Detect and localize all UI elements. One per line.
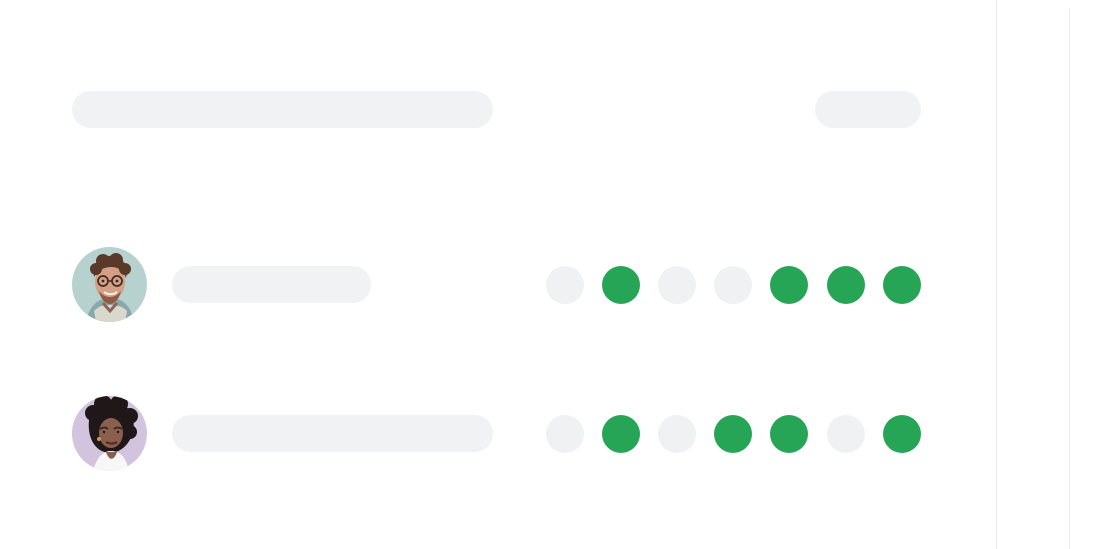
team-member-row [72, 247, 921, 322]
team-member-row [72, 396, 921, 471]
active-activity-dot [714, 415, 752, 453]
activity-panel-page [0, 0, 1098, 549]
header-title-placeholder [72, 91, 493, 128]
right-panel-divider [996, 0, 997, 549]
loading-activity-panel [0, 0, 996, 549]
avatar[interactable] [72, 396, 147, 471]
inactive-activity-dot [827, 415, 865, 453]
active-activity-dot [602, 415, 640, 453]
active-activity-dot [602, 266, 640, 304]
activity-dot-sequence [546, 415, 921, 453]
inactive-activity-dot [546, 415, 584, 453]
scrollbar-track-line[interactable] [1069, 8, 1070, 549]
active-activity-dot [770, 415, 808, 453]
inactive-activity-dot [714, 266, 752, 304]
active-activity-dot [770, 266, 808, 304]
member-name-placeholder [172, 266, 371, 303]
active-activity-dot [827, 266, 865, 304]
activity-dot-sequence [546, 266, 921, 304]
woman-with-curly-hair-avatar-image [72, 396, 147, 471]
active-activity-dot [883, 415, 921, 453]
inactive-activity-dot [546, 266, 584, 304]
member-name-placeholder [172, 415, 493, 452]
inactive-activity-dot [658, 415, 696, 453]
inactive-activity-dot [658, 266, 696, 304]
header-action-placeholder [815, 91, 921, 128]
man-with-glasses-avatar-image [72, 247, 147, 322]
active-activity-dot [883, 266, 921, 304]
avatar[interactable] [72, 247, 147, 322]
